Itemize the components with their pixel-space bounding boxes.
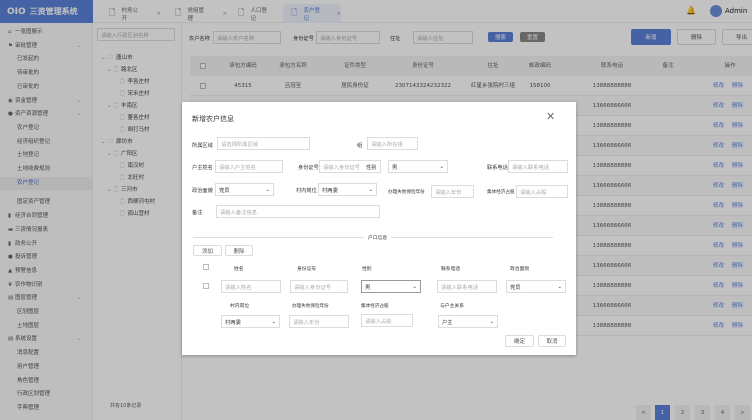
add-member-button[interactable]: 添加 <box>193 245 222 256</box>
insurance-input[interactable]: 请输入年份 <box>431 185 474 198</box>
chevron-down-icon: ⌄ <box>368 186 373 193</box>
remark-input[interactable]: 请输入备注信息 <box>216 205 380 218</box>
gender-select[interactable]: 男 ⌄ <box>388 160 448 173</box>
chevron-down-icon: ⌄ <box>557 283 562 290</box>
section-title: 户口信息 <box>364 234 392 241</box>
member-post-select[interactable]: 村两委 ⌄ <box>221 315 280 328</box>
member-post-value: 村两委 <box>225 319 241 326</box>
phone-label: 联系电话 <box>487 165 508 171</box>
politics-value: 党员 <box>219 187 230 194</box>
share-label: 集体经济占股 <box>487 190 515 195</box>
region-label: 所属区域 <box>192 143 213 149</box>
confirm-button[interactable]: 确定 <box>505 335 534 347</box>
chevron-down-icon: ⌄ <box>412 283 417 290</box>
post-select[interactable]: 村两委 ⌄ <box>318 183 377 196</box>
member-relation-value: 户主 <box>442 319 453 326</box>
gender-value: 男 <box>392 164 398 171</box>
region-input[interactable]: 请选择所属区域 <box>217 137 310 150</box>
col-relation: 与户主关系 <box>440 304 464 309</box>
col-id: 身份证号 <box>297 267 317 272</box>
chevron-down-icon: ⌄ <box>271 318 276 325</box>
chevron-down-icon: ⌄ <box>265 186 270 193</box>
owner-label: 户主姓名 <box>192 165 213 171</box>
member-phone-input[interactable]: 请输入联系电话 <box>437 280 497 293</box>
remark-label: 备注 <box>192 210 203 216</box>
col-politics: 政治面貌 <box>510 267 530 272</box>
col-share: 集体经济占股 <box>361 304 389 309</box>
chevron-down-icon: ⌄ <box>489 318 494 325</box>
add-household-dialog: 新增农户信息 ✕ 所属区域 请选择所属区域 组 请输入所在组 户主姓名 请输入户… <box>182 102 576 355</box>
id-label: 身份证号 <box>298 165 319 171</box>
share-input[interactable]: 请输入占股 <box>516 185 568 198</box>
owner-input[interactable]: 请输入户主姓名 <box>215 160 283 173</box>
politics-label: 政治面貌 <box>192 188 213 194</box>
member-relation-select[interactable]: 户主 ⌄ <box>438 315 498 328</box>
delete-member-button[interactable]: 删除 <box>225 245 253 256</box>
post-value: 村两委 <box>322 187 338 194</box>
group-label: 组 <box>357 143 363 149</box>
phone-input[interactable]: 请输入联系电话 <box>508 160 568 173</box>
cancel-button[interactable]: 取消 <box>538 335 566 347</box>
member-row-checkbox[interactable] <box>203 283 209 289</box>
group-input[interactable]: 请输入所在组 <box>367 137 418 150</box>
col-gender: 性别 <box>362 267 372 272</box>
close-icon[interactable]: ✕ <box>546 110 555 123</box>
member-politics-value: 党员 <box>510 284 521 291</box>
member-gender-select[interactable]: 男 ⌄ <box>361 280 421 293</box>
insurance-label: 办理失地保险年份 <box>388 190 425 195</box>
member-politics-select[interactable]: 党员 ⌄ <box>506 280 566 293</box>
member-share-input[interactable]: 请输入占股 <box>361 314 413 327</box>
select-all-checkbox[interactable] <box>203 264 209 270</box>
member-gender-value: 男 <box>365 284 371 291</box>
chevron-down-icon: ⌄ <box>439 163 444 170</box>
politics-select[interactable]: 党员 ⌄ <box>215 183 274 196</box>
gender-label: 性别 <box>366 165 377 171</box>
col-phone: 联系电话 <box>441 267 461 272</box>
col-insurance: 办理失地保险年份 <box>292 304 329 309</box>
member-year-input[interactable]: 请输入年份 <box>289 315 349 328</box>
dialog-title: 新增农户信息 <box>192 115 234 123</box>
member-id-input[interactable]: 请输入身份证号 <box>290 280 348 293</box>
col-post: 村内岗位 <box>230 304 250 309</box>
post-label: 村内岗位 <box>296 188 317 194</box>
member-name-input[interactable]: 请输入姓名 <box>221 280 281 293</box>
col-name: 姓名 <box>234 267 244 272</box>
